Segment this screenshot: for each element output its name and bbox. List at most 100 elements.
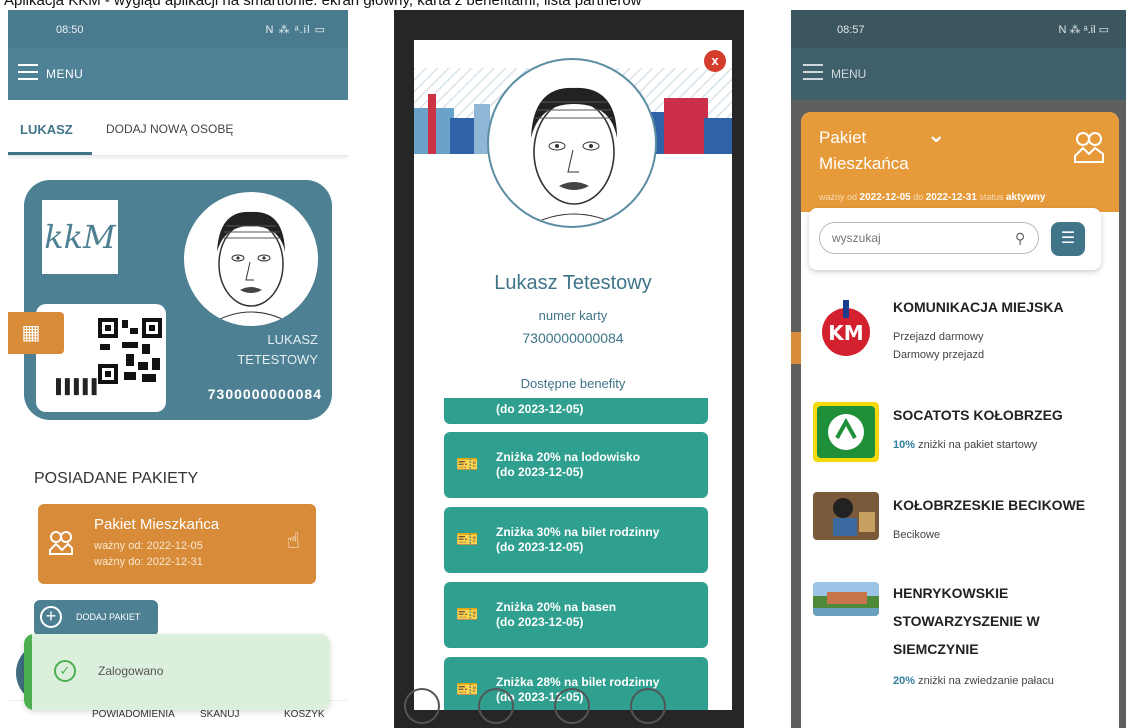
package-validity: ważny od 2022-12-05 do 2022-12-31 status…	[819, 192, 1045, 203]
benefit-validity: (do 2023-12-05)	[496, 465, 584, 479]
ticket-icon: 🎫	[456, 604, 479, 624]
partner-desc: 10% zniżki na pakiet startowy	[893, 436, 1037, 454]
status-time: 08:50	[56, 24, 84, 36]
hamburger-menu-icon[interactable]	[803, 64, 823, 85]
discount-value: 20%	[893, 675, 916, 687]
nav-icon	[404, 688, 440, 724]
map-pins-icon	[1074, 132, 1104, 163]
package-title-line2: Mieszkańca	[819, 154, 909, 173]
card-number: 7300000000084	[522, 330, 624, 346]
partner-title: KOMUNIKACJA MIEJSKA	[893, 299, 1064, 315]
phone-partner-list: 08:57 N ⁂ ᵃ.il ▭ MENU Pakiet Mieszkańca …	[791, 10, 1126, 728]
scan-code-tab-icon[interactable]: ▦	[8, 312, 64, 354]
ticket-icon: 🎫	[456, 454, 479, 474]
card-number-label: numer karty	[538, 308, 608, 323]
status-icons: N ⁂ ᵃ.il ▭	[265, 24, 326, 36]
benefit-title: Zniżka 30% na bilet rodzinny	[496, 525, 660, 539]
chevron-down-icon[interactable]: ⌄	[927, 122, 945, 148]
plus-icon: +	[40, 606, 62, 628]
section-title-packages: POSIADANE PAKIETY	[34, 470, 199, 487]
card-last-name: TETESTOWY	[237, 352, 318, 367]
add-package-button[interactable]: + DODAJ PAKIET	[34, 600, 158, 636]
benefit-list[interactable]: 🎫 (do 2023-12-05) 🎫 Zniżka 20% na lodowi…	[444, 398, 708, 710]
benefit-validity: (do 2023-12-05)	[496, 540, 584, 554]
komunikacja-miejska-logo: KM	[822, 300, 870, 356]
filter-icon[interactable]: ☰	[1051, 222, 1085, 256]
status-icons: N ⁂ ᵃ.il ▭	[1058, 24, 1109, 36]
tab-add-person[interactable]: DODAJ NOWĄ OSOBĘ	[106, 122, 233, 136]
card-details-modal: x Lukasz Tetestowy numer karty 730000000…	[414, 40, 732, 710]
check-circle-icon: ✓	[54, 660, 76, 682]
partner-title: KOŁOBRZESKIE BECIKOWE	[893, 497, 1086, 513]
active-tab-indicator	[8, 152, 92, 155]
package-header[interactable]: Pakiet Mieszkańca ⌄ ważny od 2022-12-05 …	[801, 112, 1119, 212]
portrait-photo-large	[487, 58, 657, 228]
benefits-heading: Dostępne benefity	[520, 376, 626, 391]
nav-icon	[554, 688, 590, 724]
nav-icon	[478, 688, 514, 724]
benefit-item[interactable]: 🎫 Zniżka 30% na bilet rodzinny (do 2023-1…	[444, 507, 708, 573]
partner-desc: Przejazd darmowy	[893, 331, 984, 343]
status-bar: 08:57 N ⁂ ᵃ.il ▭	[791, 10, 1126, 48]
phone-card-details: x Lukasz Tetestowy numer karty 730000000…	[394, 10, 744, 728]
status-bar: 08:50 N ⁂ ᵃ.il ▭	[8, 10, 348, 48]
package-title-line1: Pakiet	[819, 128, 867, 147]
login-toast: ✓ Zalogowano	[24, 634, 330, 710]
search-input[interactable]	[819, 222, 1039, 254]
barcode-icon: ▌▌▌▌▌	[56, 378, 102, 394]
qr-code-icon	[98, 318, 162, 384]
benefit-title: Zniżka 20% na lodowisko	[496, 450, 641, 464]
ticket-icon: 🎫	[456, 398, 478, 401]
partner-title-line: HENRYKOWSKIE	[893, 585, 1009, 601]
tab-lukasz[interactable]: LUKASZ	[20, 122, 73, 137]
benefit-validity: (do 2023-12-05)	[496, 615, 584, 629]
card-first-name: LUKASZ	[267, 332, 318, 347]
member-card[interactable]: kkM ▌▌▌▌▌ ▦ LUKASZ TETESTOWY 73000000000…	[8, 180, 332, 420]
benefit-item[interactable]: 🎫 (do 2023-12-05)	[444, 398, 708, 424]
nav-scan[interactable]: SKANUJ	[200, 709, 239, 720]
becikowe-photo	[813, 492, 879, 540]
status-label: status	[979, 192, 1004, 202]
close-icon[interactable]: x	[704, 50, 726, 72]
card-number: 7300000000084	[207, 386, 322, 402]
ticket-icon: 🎫	[456, 529, 479, 549]
nav-icon	[630, 688, 666, 724]
partner-title: SOCATOTS KOŁOBRZEG	[893, 407, 1063, 423]
map-pins-icon	[49, 531, 73, 555]
valid-to-label: do	[913, 192, 924, 202]
phone-home-screen: 08:50 N ⁂ ᵃ.il ▭ MENU LUKASZ DODAJ NOWĄ …	[8, 10, 348, 728]
partner-desc-text: zniżki na zwiedzanie pałacu	[918, 675, 1054, 687]
menu-label[interactable]: MENU	[46, 67, 83, 81]
benefit-item[interactable]: 🎫 Zniżka 20% na basen (do 2023-12-05)	[444, 582, 708, 648]
add-package-label: DODAJ PAKIET	[76, 612, 141, 622]
card-holder-name: LUKASZ TETESTOWY	[237, 330, 318, 370]
menu-label[interactable]: MENU	[831, 67, 866, 81]
portrait-photo	[184, 192, 318, 326]
package-partners-sheet: Pakiet Mieszkańca ⌄ ważny od 2022-12-05 …	[801, 112, 1119, 728]
package-name: Pakiet Mieszkańca	[94, 516, 220, 533]
partner-title-line: STOWARZYSZENIE W	[893, 613, 1040, 629]
partner-title-line: SIEMCZYNIE	[893, 641, 979, 657]
kkm-logo: kkM	[42, 200, 118, 274]
dimmed-bottom-nav	[394, 682, 744, 728]
benefit-title: Zniżka 20% na basen	[496, 600, 617, 614]
socatots-logo	[813, 402, 879, 462]
discount-value: 10%	[893, 439, 916, 451]
partner-desc: Becikowe	[893, 529, 941, 541]
nav-cart[interactable]: KOSZYK	[284, 709, 325, 720]
hamburger-menu-icon[interactable]	[18, 64, 38, 82]
tap-hand-icon: ☝	[286, 528, 300, 553]
app-bar: MENU	[791, 48, 1126, 100]
search-icon[interactable]: ⚲	[1015, 230, 1025, 247]
package-valid-from: ważny od: 2022-12-05	[94, 540, 203, 552]
valid-from-label: ważny od	[819, 192, 858, 202]
valid-to-date: 2022-12-31	[925, 192, 977, 203]
benefit-validity: (do 2023-12-05)	[496, 402, 584, 416]
partner-desc-text: zniżki na pakiet startowy	[918, 439, 1038, 451]
benefit-item[interactable]: 🎫 Zniżka 20% na lodowisko (do 2023-12-05)	[444, 432, 708, 498]
toast-message: Zalogowano	[98, 664, 164, 678]
package-card[interactable]: Pakiet Mieszkańca ważny od: 2022-12-05 w…	[38, 504, 316, 584]
status-value: aktywny	[1005, 192, 1046, 203]
partner-desc: 20% zniżki na zwiedzanie pałacu	[893, 672, 1054, 690]
nav-notifications[interactable]: POWIADOMIENIA	[92, 709, 175, 720]
